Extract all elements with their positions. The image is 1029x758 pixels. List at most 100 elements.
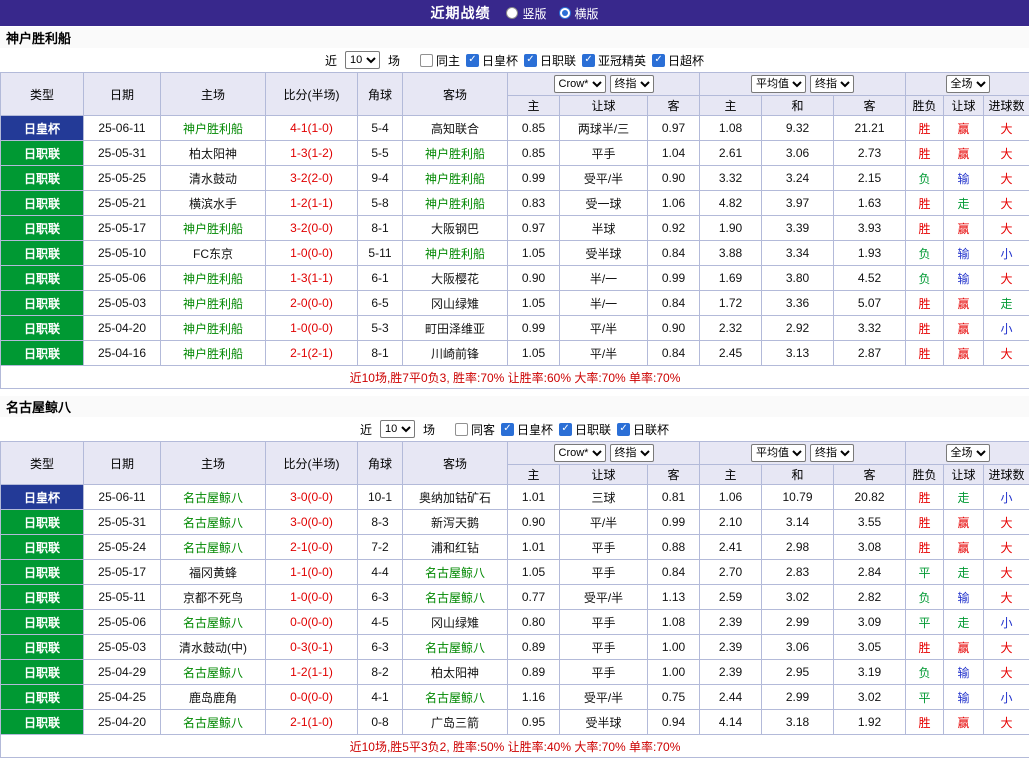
competition-checkbox[interactable]: ✓亚冠精英 <box>582 52 646 69</box>
competition-checkbox[interactable]: ✓日超杯 <box>652 52 704 69</box>
competition-checkbox[interactable]: ✓日皇杯 <box>466 52 518 69</box>
avg-away-cell: 5.07 <box>834 291 906 316</box>
score-cell[interactable]: 0-3(0-1) <box>266 635 358 660</box>
score-cell[interactable]: 1-0(0-0) <box>266 241 358 266</box>
away-team-cell[interactable]: 广岛三箭 <box>403 710 508 735</box>
layout-radio-vertical[interactable]: 竖版 <box>506 5 546 22</box>
odds-provider-select[interactable]: Crow* <box>554 75 606 93</box>
score-cell[interactable]: 1-0(0-0) <box>266 585 358 610</box>
score-cell[interactable]: 3-0(0-0) <box>266 510 358 535</box>
away-team-cell[interactable]: 名古屋鲸八 <box>403 685 508 710</box>
result-goals-cell: 大 <box>984 660 1029 685</box>
score-cell[interactable]: 3-0(0-0) <box>266 485 358 510</box>
recent-count-select[interactable]: 10 <box>345 51 380 69</box>
home-team-cell[interactable]: 神户胜利船 <box>161 216 266 241</box>
score-cell[interactable]: 1-2(1-1) <box>266 660 358 685</box>
home-team-cell[interactable]: 福冈黄蜂 <box>161 560 266 585</box>
competition-checkbox[interactable]: ✓日职联 <box>559 421 611 438</box>
scope-select[interactable]: 全场 <box>946 444 990 462</box>
odds-away-cell: 0.84 <box>648 341 700 366</box>
avg-provider-select[interactable]: 平均值 <box>751 75 806 93</box>
avg-final-select[interactable]: 终指 <box>810 444 854 462</box>
home-team-cell[interactable]: 神户胜利船 <box>161 266 266 291</box>
score-cell[interactable]: 4-1(1-0) <box>266 116 358 141</box>
away-team-cell[interactable]: 神户胜利船 <box>403 141 508 166</box>
avg-away-cell: 1.63 <box>834 191 906 216</box>
away-team-cell[interactable]: 神户胜利船 <box>403 166 508 191</box>
away-team-cell[interactable]: 高知联合 <box>403 116 508 141</box>
home-team-cell[interactable]: 名古屋鲸八 <box>161 660 266 685</box>
home-team-cell[interactable]: 名古屋鲸八 <box>161 610 266 635</box>
score-cell[interactable]: 1-3(1-2) <box>266 141 358 166</box>
away-team-cell[interactable]: 名古屋鲸八 <box>403 585 508 610</box>
home-team-cell[interactable]: 柏太阳神 <box>161 141 266 166</box>
layout-radio-horizontal[interactable]: 横版 <box>559 5 599 22</box>
home-team-cell[interactable]: 名古屋鲸八 <box>161 710 266 735</box>
away-team-cell[interactable]: 町田泽维亚 <box>403 316 508 341</box>
score-cell[interactable]: 1-0(0-0) <box>266 316 358 341</box>
away-team-cell[interactable]: 柏太阳神 <box>403 660 508 685</box>
away-team-cell[interactable]: 新泻天鹅 <box>403 510 508 535</box>
recent-prefix-label: 近 <box>325 52 337 69</box>
home-team-cell[interactable]: 名古屋鲸八 <box>161 485 266 510</box>
score-cell[interactable]: 3-2(2-0) <box>266 166 358 191</box>
home-team-cell[interactable]: 京都不死鸟 <box>161 585 266 610</box>
home-team-cell[interactable]: 鹿岛鹿角 <box>161 685 266 710</box>
result-handicap-cell: 走 <box>944 610 984 635</box>
away-team-cell[interactable]: 神户胜利船 <box>403 191 508 216</box>
competition-checkbox[interactable]: ✓日联杯 <box>617 421 669 438</box>
score-cell[interactable]: 3-2(0-0) <box>266 216 358 241</box>
home-team-cell[interactable]: 神户胜利船 <box>161 341 266 366</box>
home-team-cell[interactable]: FC东京 <box>161 241 266 266</box>
recent-count-select[interactable]: 10 <box>380 420 415 438</box>
odds-final-select[interactable]: 终指 <box>610 444 654 462</box>
home-team-cell[interactable]: 清水鼓动(中) <box>161 635 266 660</box>
home-team-cell[interactable]: 清水鼓动 <box>161 166 266 191</box>
score-cell[interactable]: 2-0(0-0) <box>266 291 358 316</box>
scope-select[interactable]: 全场 <box>946 75 990 93</box>
away-team-cell[interactable]: 冈山绿雉 <box>403 291 508 316</box>
result-goals-cell: 小 <box>984 610 1029 635</box>
away-team-cell[interactable]: 冈山绿雉 <box>403 610 508 635</box>
competition-cell: 日职联 <box>1 610 84 635</box>
score-cell[interactable]: 1-1(0-0) <box>266 560 358 585</box>
away-team-cell[interactable]: 神户胜利船 <box>403 241 508 266</box>
subheader-label: 胜负 <box>906 96 944 116</box>
score-cell[interactable]: 2-1(0-0) <box>266 535 358 560</box>
score-cell[interactable]: 1-3(1-1) <box>266 266 358 291</box>
result-outcome-cell: 胜 <box>906 341 944 366</box>
home-team-cell[interactable]: 神户胜利船 <box>161 316 266 341</box>
home-team-cell[interactable]: 神户胜利船 <box>161 291 266 316</box>
odds-handicap-cell: 半球 <box>560 216 648 241</box>
away-team-cell[interactable]: 名古屋鲸八 <box>403 635 508 660</box>
competition-checkbox[interactable]: ✓日职联 <box>524 52 576 69</box>
away-team-cell[interactable]: 浦和红钻 <box>403 535 508 560</box>
away-team-cell[interactable]: 大阪樱花 <box>403 266 508 291</box>
score-cell[interactable]: 2-1(2-1) <box>266 341 358 366</box>
result-outcome-cell: 胜 <box>906 216 944 241</box>
odds-provider-select[interactable]: Crow* <box>554 444 606 462</box>
away-team-cell[interactable]: 川崎前锋 <box>403 341 508 366</box>
odds-home-cell: 0.89 <box>508 660 560 685</box>
avg-final-select[interactable]: 终指 <box>810 75 854 93</box>
subheader-label: 客 <box>648 465 700 485</box>
score-cell[interactable]: 0-0(0-0) <box>266 610 358 635</box>
home-team-cell[interactable]: 名古屋鲸八 <box>161 510 266 535</box>
away-team-cell[interactable]: 大阪钢巴 <box>403 216 508 241</box>
same-venue-checkbox[interactable]: 同客 <box>455 421 495 438</box>
match-row: 日职联25-05-21横滨水手1-2(1-1)5-8神户胜利船0.83受一球1.… <box>1 191 1029 216</box>
result-outcome-cell: 胜 <box>906 291 944 316</box>
away-team-cell[interactable]: 名古屋鲸八 <box>403 560 508 585</box>
score-cell[interactable]: 0-0(0-0) <box>266 685 358 710</box>
odds-final-select[interactable]: 终指 <box>610 75 654 93</box>
home-team-cell[interactable]: 名古屋鲸八 <box>161 535 266 560</box>
away-team-cell[interactable]: 奥纳加钴矿石 <box>403 485 508 510</box>
avg-away-cell: 20.82 <box>834 485 906 510</box>
score-cell[interactable]: 2-1(1-0) <box>266 710 358 735</box>
competition-checkbox[interactable]: ✓日皇杯 <box>501 421 553 438</box>
home-team-cell[interactable]: 神户胜利船 <box>161 116 266 141</box>
home-team-cell[interactable]: 横滨水手 <box>161 191 266 216</box>
same-venue-checkbox[interactable]: 同主 <box>420 52 460 69</box>
score-cell[interactable]: 1-2(1-1) <box>266 191 358 216</box>
avg-provider-select[interactable]: 平均值 <box>751 444 806 462</box>
